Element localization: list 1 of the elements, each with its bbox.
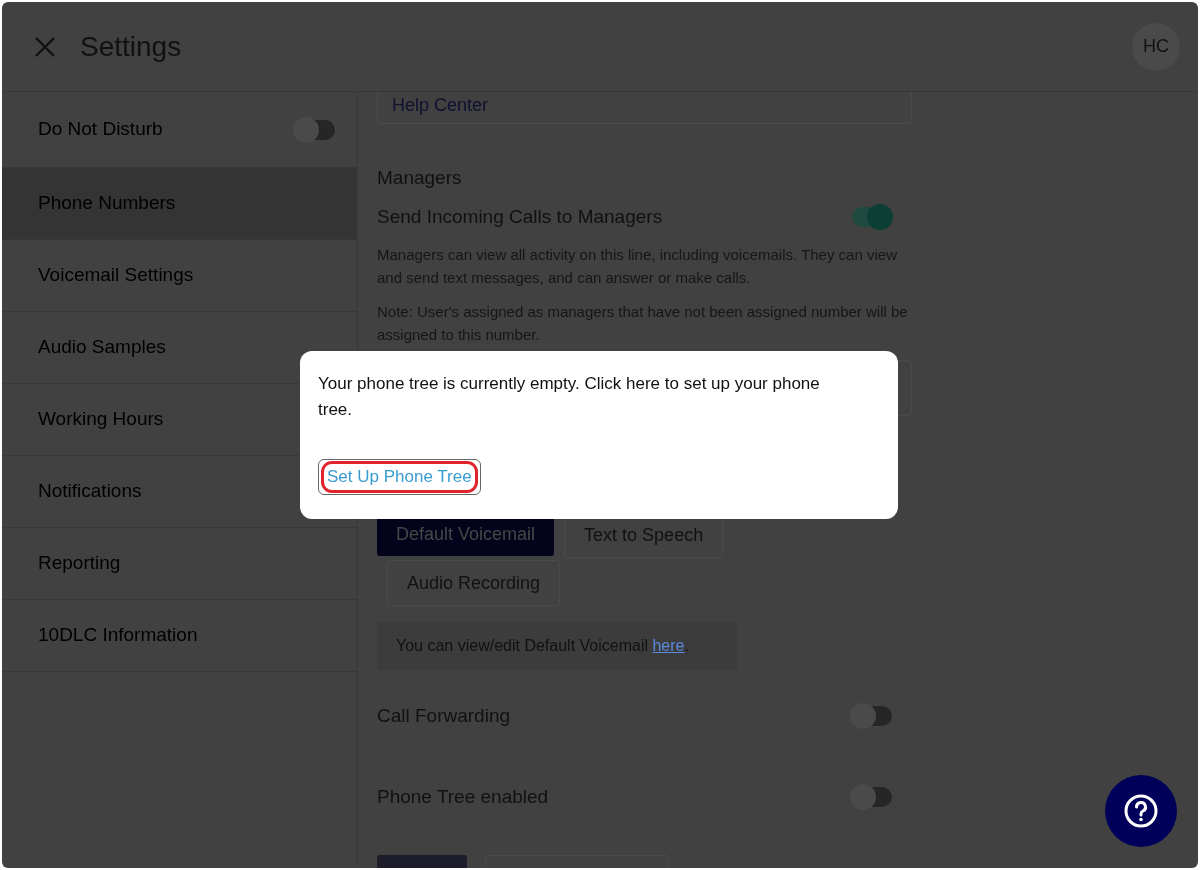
sidebar-label: Do Not Disturb xyxy=(38,117,164,142)
